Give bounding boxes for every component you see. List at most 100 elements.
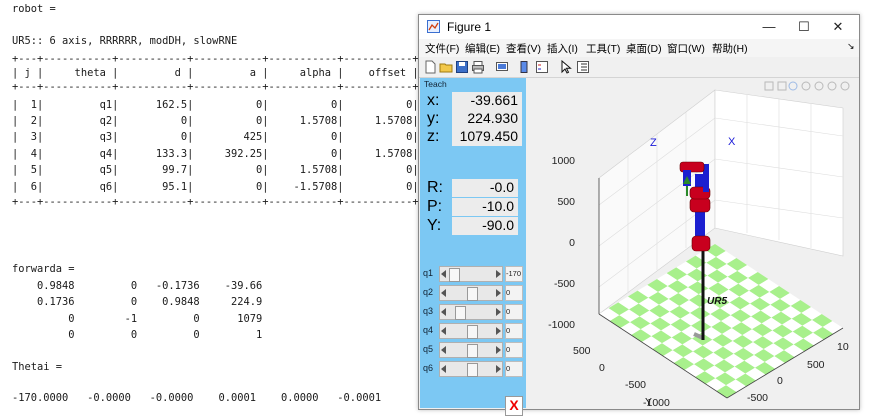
slider-left-arrow-icon[interactable]	[441, 308, 446, 316]
robot-name-label: UR5	[707, 296, 727, 307]
print-icon[interactable]	[471, 60, 485, 74]
joint-slider-q1[interactable]	[439, 266, 503, 282]
quit-button[interactable]: X	[505, 396, 523, 416]
y-axis-label: Y	[645, 396, 652, 408]
z-tick-label: -500	[554, 278, 575, 290]
slider-left-arrow-icon[interactable]	[441, 270, 446, 278]
legend-icon[interactable]	[535, 60, 549, 74]
zoom-in-icon[interactable]	[827, 81, 837, 91]
minimize-button[interactable]: —	[755, 18, 783, 36]
brush-icon[interactable]	[777, 81, 787, 91]
teach-panel: Teach x: -39.661 y: 224.930 z: 1079.450 …	[420, 78, 526, 416]
slider-thumb[interactable]	[467, 363, 478, 377]
slider-thumb[interactable]	[467, 344, 478, 358]
console-line: +---+-----------+-----------+-----------…	[12, 81, 419, 93]
slider-left-arrow-icon[interactable]	[441, 346, 446, 354]
joint-value-q5[interactable]: 0	[505, 342, 523, 358]
console-line: +---+-----------+-----------+-----------…	[12, 196, 419, 208]
slider-left-arrow-icon[interactable]	[441, 365, 446, 373]
dock-arrow-icon[interactable]: ↘	[847, 41, 855, 52]
y-tick-label: 500	[573, 345, 591, 357]
joint-label-q5: q5	[423, 344, 434, 354]
z-label: z:	[427, 128, 440, 145]
slider-right-arrow-icon[interactable]	[496, 308, 501, 316]
datatip-icon[interactable]	[788, 81, 798, 91]
joint-label-q4: q4	[423, 325, 434, 335]
save-icon[interactable]	[455, 60, 469, 74]
joint-value-q2[interactable]: 0	[505, 285, 523, 301]
pitch-value: -10.0	[452, 198, 518, 216]
joint-slider-q5[interactable]	[439, 342, 503, 358]
slider-thumb[interactable]	[449, 268, 461, 282]
x-value: -39.661	[452, 92, 522, 110]
console-line: | 4| q4| 133.3| 392.25| 0| 1.5708|	[12, 148, 419, 160]
joint-slider-q3[interactable]	[439, 304, 503, 320]
slider-right-arrow-icon[interactable]	[496, 327, 501, 335]
console-line: 0 0 0 1	[12, 329, 263, 341]
robot-3d-axes[interactable]: 10005000-500-1000 5000-500-1000 -1000-50…	[527, 78, 857, 416]
slider-right-arrow-icon[interactable]	[496, 365, 501, 373]
pan-icon[interactable]	[814, 81, 824, 91]
maximize-button[interactable]: ☐	[790, 18, 818, 36]
slider-left-arrow-icon[interactable]	[441, 289, 446, 297]
slider-right-arrow-icon[interactable]	[496, 346, 501, 354]
joint-value-q4[interactable]: 0	[505, 323, 523, 339]
console-line: 0 -1 0 1079	[12, 313, 263, 325]
slider-thumb[interactable]	[467, 325, 478, 339]
menu-tools[interactable]: 工具(T)	[586, 41, 620, 56]
joint-slider-q2[interactable]	[439, 285, 503, 301]
joint-value-q6[interactable]: 0	[505, 361, 523, 377]
x-tick-label: 10	[837, 341, 849, 353]
view-z-label: Z	[650, 137, 657, 149]
menu-desktop[interactable]: 桌面(D)	[626, 41, 662, 56]
yaw-label: Y:	[427, 217, 442, 234]
console-line: | 3| q3| 0| 425| 0| 0|	[12, 131, 419, 143]
matlab-figure-icon	[427, 20, 440, 33]
console-line: | 1| q1| 162.5| 0| 0| 0|	[12, 99, 419, 111]
close-button[interactable]: ✕	[824, 18, 852, 36]
open-file-icon[interactable]	[439, 60, 453, 74]
joint-label-q2: q2	[423, 287, 434, 297]
menu-view[interactable]: 查看(V)	[506, 41, 541, 56]
console-line: | 5| q5| 99.7| 0| 1.5708| 0|	[12, 164, 419, 176]
joint-value-q3[interactable]: 0	[505, 304, 523, 320]
robot-joint-shoulder	[689, 197, 711, 213]
toolbar	[419, 57, 859, 78]
slider-left-arrow-icon[interactable]	[441, 327, 446, 335]
roll-value: -0.0	[452, 179, 518, 197]
menu-file[interactable]: 文件(F)	[425, 41, 459, 56]
pointer-icon[interactable]	[559, 60, 573, 74]
y-value: 224.930	[452, 110, 522, 128]
slider-right-arrow-icon[interactable]	[496, 289, 501, 297]
zoom-out-icon[interactable]	[840, 81, 850, 91]
colorbar-icon[interactable]	[517, 60, 531, 74]
robot-joint-base	[691, 235, 711, 252]
slider-thumb[interactable]	[454, 306, 466, 320]
slider-right-arrow-icon[interactable]	[496, 270, 501, 278]
rotate-icon[interactable]	[801, 81, 811, 91]
slider-thumb[interactable]	[467, 287, 478, 301]
title-bar[interactable]: Figure 1 — ☐ ✕	[419, 15, 859, 39]
menu-window[interactable]: 窗口(W)	[667, 41, 705, 56]
joint-slider-q6[interactable]	[439, 361, 503, 377]
menu-help[interactable]: 帮助(H)	[712, 41, 748, 56]
property-editor-icon[interactable]	[576, 60, 590, 74]
x-label: x:	[427, 92, 440, 109]
joint-label-q1: q1	[423, 268, 434, 278]
export-icon[interactable]	[764, 81, 774, 91]
view-x-label: X	[728, 136, 736, 148]
plot-area[interactable]: 10005000-500-1000 5000-500-1000 -1000-50…	[527, 78, 857, 416]
z-tick-label: 500	[557, 196, 575, 208]
axes-toolbar[interactable]	[764, 81, 850, 91]
joint-slider-q4[interactable]	[439, 323, 503, 339]
console-line: forwarda =	[12, 263, 75, 275]
y-tick-label: 0	[599, 362, 605, 374]
menu-insert[interactable]: 插入(I)	[547, 41, 578, 56]
joint-label-q3: q3	[423, 306, 434, 316]
joint-value-q1[interactable]: -170	[505, 266, 523, 282]
link-plot-icon[interactable]	[495, 60, 509, 74]
z-value: 1079.450	[452, 128, 522, 146]
roll-label: R:	[427, 179, 443, 196]
menu-edit[interactable]: 编辑(E)	[465, 41, 500, 56]
new-figure-icon[interactable]	[423, 60, 437, 74]
